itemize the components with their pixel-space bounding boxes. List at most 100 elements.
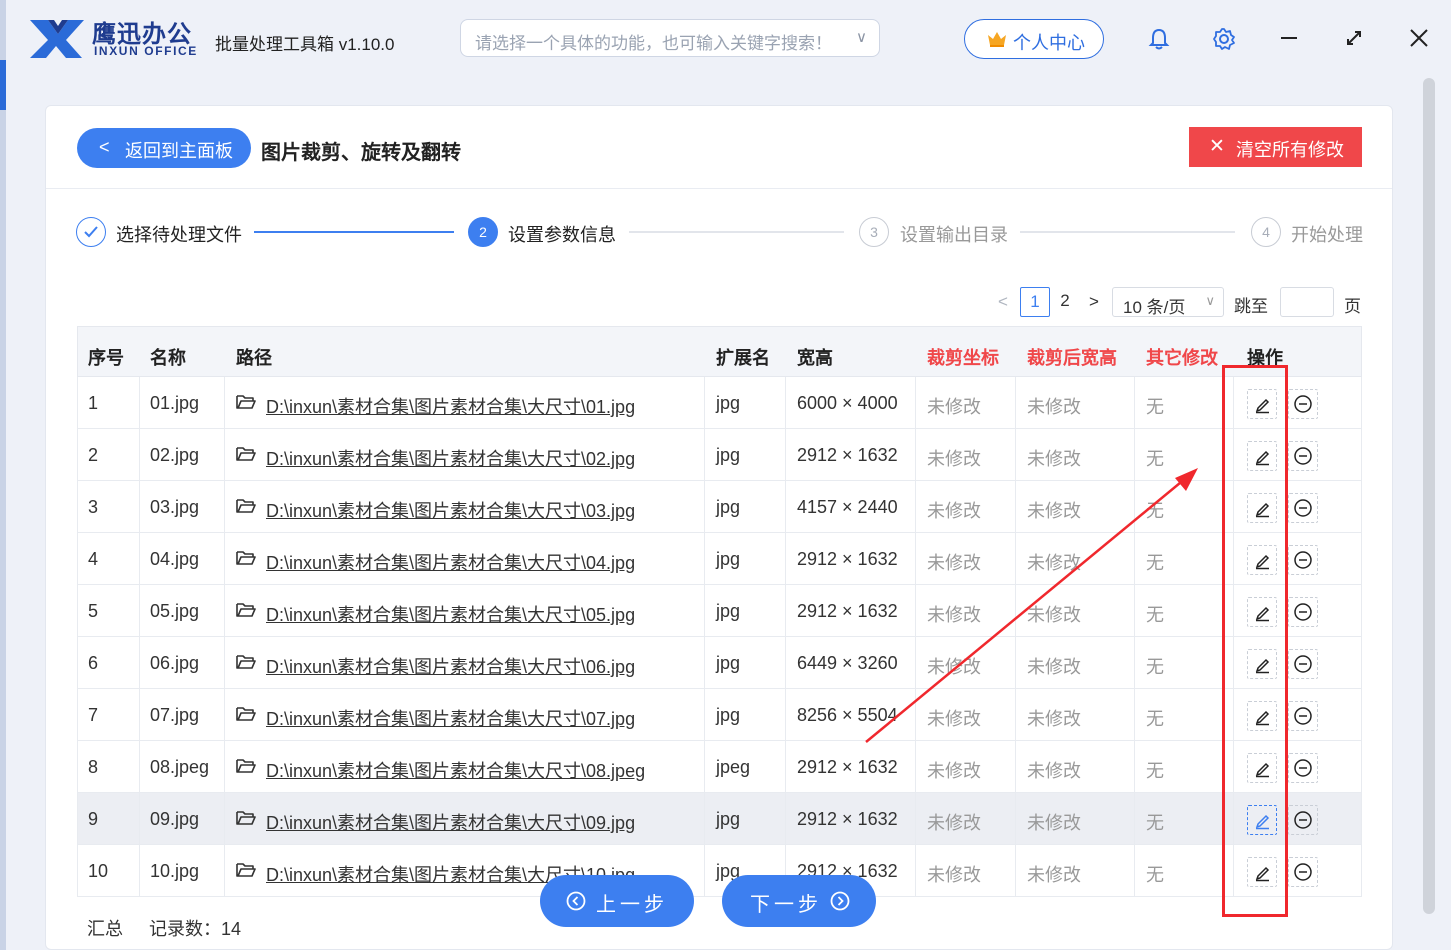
maximize-icon[interactable] bbox=[1336, 20, 1372, 56]
folder-icon[interactable] bbox=[236, 654, 256, 670]
row-file-path-link[interactable]: D:\inxun\素材合集\图片素材合集\大尺寸\03.jpg bbox=[266, 497, 635, 523]
title-bar: 鹰迅办公 INXUN OFFICE 批量处理工具箱 v1.10.0 请选择一个具… bbox=[6, 0, 1451, 78]
step-1-check-icon bbox=[76, 217, 106, 247]
row-file-path-link[interactable]: D:\inxun\素材合集\图片素材合集\大尺寸\05.jpg bbox=[266, 601, 635, 627]
bell-icon[interactable] bbox=[1146, 26, 1172, 52]
column-divider bbox=[915, 689, 916, 741]
row-file-name: 05.jpg bbox=[150, 601, 200, 621]
row-crop-coords: 未修改 bbox=[927, 501, 981, 521]
page-size-select[interactable]: 10 条/页 ∨ bbox=[1112, 287, 1224, 317]
folder-icon[interactable] bbox=[236, 602, 256, 618]
table-row[interactable]: 8 08.jpeg D:\inxun\素材合集\图片素材合集\大尺寸\08.jpeg… bbox=[77, 741, 1362, 793]
table-row[interactable]: 7 07.jpg D:\inxun\素材合集\图片素材合集\大尺寸\07.jpg jp… bbox=[77, 689, 1362, 741]
page-1-button[interactable]: 1 bbox=[1020, 287, 1050, 317]
back-to-main-button[interactable]: < 返回到主面板 bbox=[77, 128, 251, 168]
column-divider bbox=[915, 793, 916, 845]
prev-step-button[interactable]: 上一步 bbox=[540, 875, 694, 927]
close-icon[interactable] bbox=[1401, 20, 1437, 56]
folder-icon[interactable] bbox=[236, 810, 256, 826]
table-row[interactable]: 5 05.jpg D:\inxun\素材合集\图片素材合集\大尺寸\05.jpg jp… bbox=[77, 585, 1362, 637]
scrollbar-thumb[interactable] bbox=[1423, 78, 1435, 914]
vertical-scrollbar[interactable] bbox=[1421, 78, 1435, 934]
folder-icon[interactable] bbox=[236, 758, 256, 774]
row-file-name: 06.jpg bbox=[150, 653, 200, 673]
row-other-changes: 无 bbox=[1146, 501, 1164, 521]
folder-icon[interactable] bbox=[236, 550, 256, 566]
annotation-highlight-box bbox=[1222, 365, 1288, 917]
column-divider bbox=[1015, 585, 1016, 637]
remove-button[interactable] bbox=[1288, 389, 1318, 419]
clear-all-changes-button[interactable]: ✕ 清空所有修改 bbox=[1189, 127, 1362, 167]
row-file-path-link[interactable]: D:\inxun\素材合集\图片素材合集\大尺寸\02.jpg bbox=[266, 445, 635, 471]
row-file-path-link[interactable]: D:\inxun\素材合集\图片素材合集\大尺寸\09.jpg bbox=[266, 809, 635, 835]
row-file-path-link[interactable]: D:\inxun\素材合集\图片素材合集\大尺寸\08.jpeg bbox=[266, 757, 645, 783]
table-row[interactable]: 6 06.jpg D:\inxun\素材合集\图片素材合集\大尺寸\06.jpg jp… bbox=[77, 637, 1362, 689]
column-divider bbox=[1134, 793, 1135, 845]
table-row[interactable]: 9 09.jpg D:\inxun\素材合集\图片素材合集\大尺寸\09.jpg jp… bbox=[77, 793, 1362, 845]
row-extension: jpg bbox=[716, 601, 741, 621]
row-index: 9 bbox=[88, 809, 99, 829]
table-row[interactable]: 10 10.jpg D:\inxun\素材合集\图片素材合集\大尺寸\10.jpg j… bbox=[77, 845, 1362, 897]
row-file-path-link[interactable]: D:\inxun\素材合集\图片素材合集\大尺寸\01.jpg bbox=[266, 393, 635, 419]
column-divider bbox=[785, 689, 786, 741]
folder-icon[interactable] bbox=[236, 394, 256, 410]
gear-icon[interactable] bbox=[1211, 26, 1237, 52]
row-crop-coords: 未修改 bbox=[927, 605, 981, 625]
next-step-button[interactable]: 下一步 bbox=[722, 875, 876, 927]
row-file-path-link[interactable]: D:\inxun\素材合集\图片素材合集\大尺寸\06.jpg bbox=[266, 653, 635, 679]
column-divider bbox=[224, 585, 225, 637]
folder-icon[interactable] bbox=[236, 862, 256, 878]
row-crop-size: 未修改 bbox=[1027, 761, 1081, 781]
col-crop-size: 裁剪后宽高 bbox=[1027, 348, 1117, 368]
row-crop-size: 未修改 bbox=[1027, 813, 1081, 833]
column-divider bbox=[915, 533, 916, 585]
remove-button[interactable] bbox=[1288, 597, 1318, 627]
chevron-down-icon[interactable]: ∨ bbox=[856, 28, 867, 46]
column-divider bbox=[704, 481, 705, 533]
close-icon: ✕ bbox=[1209, 136, 1225, 157]
column-divider bbox=[1015, 429, 1016, 481]
next-page-icon[interactable]: > bbox=[1089, 292, 1099, 312]
minus-circle-icon bbox=[1294, 395, 1312, 413]
row-file-path-link[interactable]: D:\inxun\素材合集\图片素材合集\大尺寸\04.jpg bbox=[266, 549, 635, 575]
row-other-changes: 无 bbox=[1146, 553, 1164, 573]
row-dimensions: 2912 × 1632 bbox=[797, 445, 898, 465]
remove-button[interactable] bbox=[1288, 545, 1318, 575]
row-file-name: 02.jpg bbox=[150, 445, 200, 465]
row-file-name: 03.jpg bbox=[150, 497, 200, 517]
page-2-button[interactable]: 2 bbox=[1050, 287, 1080, 317]
column-divider bbox=[1015, 637, 1016, 689]
column-divider bbox=[704, 689, 705, 741]
row-crop-size: 未修改 bbox=[1027, 501, 1081, 521]
column-divider bbox=[139, 741, 140, 793]
column-divider bbox=[704, 741, 705, 793]
column-divider bbox=[1015, 533, 1016, 585]
column-divider bbox=[139, 429, 140, 481]
column-divider bbox=[224, 429, 225, 481]
remove-button[interactable] bbox=[1288, 857, 1318, 887]
minus-circle-icon bbox=[1294, 499, 1312, 517]
remove-button[interactable] bbox=[1288, 753, 1318, 783]
remove-button[interactable] bbox=[1288, 441, 1318, 471]
prev-page-icon[interactable]: < bbox=[998, 292, 1008, 312]
table-row[interactable]: 4 04.jpg D:\inxun\素材合集\图片素材合集\大尺寸\04.jpg jp… bbox=[77, 533, 1362, 585]
remove-button[interactable] bbox=[1288, 649, 1318, 679]
folder-icon[interactable] bbox=[236, 498, 256, 514]
folder-icon[interactable] bbox=[236, 446, 256, 462]
remove-button[interactable] bbox=[1288, 493, 1318, 523]
row-file-path-link[interactable]: D:\inxun\素材合集\图片素材合集\大尺寸\07.jpg bbox=[266, 705, 635, 731]
remove-button[interactable] bbox=[1288, 805, 1318, 835]
user-center-button[interactable]: 个人中心 bbox=[964, 19, 1104, 59]
minimize-icon[interactable] bbox=[1271, 20, 1307, 56]
clear-button-label: 清空所有修改 bbox=[1236, 140, 1344, 160]
remove-button[interactable] bbox=[1288, 701, 1318, 731]
step-3-label: 设置输出目录 bbox=[900, 225, 1008, 245]
search-input[interactable]: 请选择一个具体的功能，也可输入关键字搜索！ ∨ bbox=[460, 19, 880, 57]
table-row[interactable]: 1 01.jpg D:\inxun\素材合集\图片素材合集\大尺寸\01.jpg jp… bbox=[77, 377, 1362, 429]
minus-circle-icon bbox=[1294, 447, 1312, 465]
table-row[interactable]: 2 02.jpg D:\inxun\素材合集\图片素材合集\大尺寸\02.jpg jp… bbox=[77, 429, 1362, 481]
minus-circle-icon bbox=[1294, 811, 1312, 829]
jump-page-input[interactable] bbox=[1280, 287, 1334, 317]
table-row[interactable]: 3 03.jpg D:\inxun\素材合集\图片素材合集\大尺寸\03.jpg jp… bbox=[77, 481, 1362, 533]
folder-icon[interactable] bbox=[236, 706, 256, 722]
